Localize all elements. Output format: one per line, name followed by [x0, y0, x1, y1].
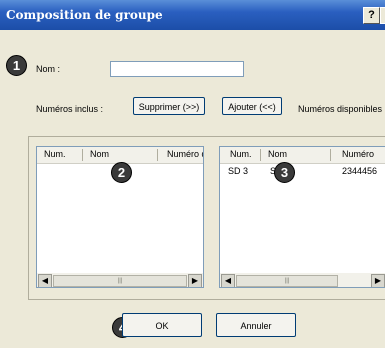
close-button[interactable]	[380, 7, 385, 24]
included-numbers-label: Numéros inclus :	[36, 104, 104, 114]
available-list-scrollbar[interactable]: ◀ ||| ▶	[220, 273, 385, 287]
available-numbers-label: Numéros disponibles :	[298, 104, 385, 114]
scroll-right-icon[interactable]: ▶	[371, 274, 385, 287]
available-list-header: Num. Nom Numéro	[220, 147, 385, 164]
scroll-left-icon[interactable]: ◀	[38, 274, 52, 287]
name-field[interactable]	[110, 61, 244, 77]
available-numbers-list[interactable]: Num. Nom Numéro SD 3 SMS 2344456 ◀ ||| ▶	[219, 146, 385, 288]
included-list-scrollbar[interactable]: ◀ ||| ▶	[37, 273, 203, 287]
cancel-button[interactable]: Annuler	[216, 313, 296, 337]
callout-badge-3: 3	[274, 162, 295, 183]
col-separator	[330, 149, 331, 161]
row-num: SD 3	[228, 166, 249, 176]
help-button[interactable]: ?	[363, 7, 380, 24]
col-nom[interactable]: Nom	[268, 149, 287, 159]
table-row[interactable]: SD 3 SMS 2344456	[220, 166, 385, 178]
col-numero[interactable]: Numéro	[342, 149, 374, 159]
name-label: Nom :	[36, 64, 61, 74]
add-button[interactable]: Ajouter (<<)	[222, 97, 282, 115]
window-title: Composition de groupe	[6, 8, 163, 22]
remove-button[interactable]: Supprimer (>>)	[133, 97, 205, 115]
callout-badge-2: 2	[111, 162, 132, 183]
col-separator	[157, 149, 158, 161]
col-num[interactable]: Num.	[44, 149, 66, 159]
row-numero: 2344456	[342, 166, 378, 176]
scroll-right-icon[interactable]: ▶	[188, 274, 202, 287]
col-num[interactable]: Num.	[230, 149, 252, 159]
scroll-thumb[interactable]: |||	[53, 275, 187, 287]
callout-badge-1: 1	[6, 55, 27, 76]
col-nom[interactable]: Nom	[90, 149, 109, 159]
col-numero[interactable]: Numéro de	[167, 149, 203, 159]
ok-button[interactable]: OK	[122, 313, 202, 337]
scroll-left-icon[interactable]: ◀	[221, 274, 235, 287]
title-bar: Composition de groupe ?	[0, 0, 385, 30]
scroll-thumb[interactable]: |||	[236, 275, 338, 287]
col-separator	[260, 149, 261, 161]
col-separator	[82, 149, 83, 161]
dialog-window: Composition de groupe ? 1 Nom : Numéros …	[0, 0, 385, 348]
